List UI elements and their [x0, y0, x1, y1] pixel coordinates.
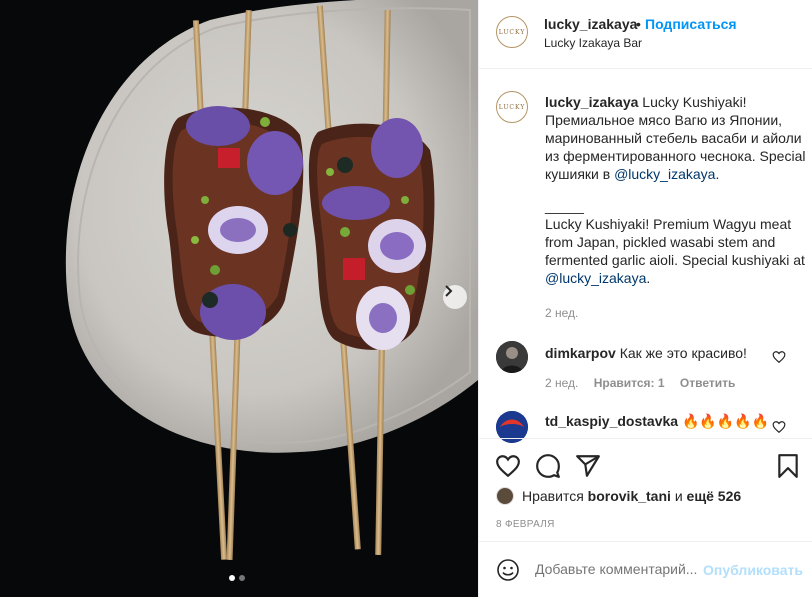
caption-en-end: .	[646, 270, 651, 286]
carousel-indicator	[229, 575, 245, 581]
likes-middle: и	[674, 488, 683, 504]
bookmark-icon[interactable]	[775, 453, 801, 479]
likes-count[interactable]: ещё 526	[687, 488, 742, 504]
carousel-dot	[239, 575, 245, 581]
comment-composer: Опубликовать	[479, 541, 812, 597]
comment-likes[interactable]: Нравится: 1	[594, 376, 665, 390]
caption-author-avatar[interactable]: LUCKY	[496, 91, 528, 123]
comment-body: Как же это красиво!	[619, 345, 747, 361]
comment-item: td_kaspiy_dostavka 🔥🔥🔥🔥🔥	[545, 413, 769, 430]
comment-body: 🔥🔥🔥🔥🔥	[681, 413, 770, 429]
header-separator: •	[636, 16, 641, 32]
caption-time[interactable]: 2 нед.	[545, 306, 578, 320]
liker-avatar[interactable]	[496, 487, 514, 505]
caption-en-text: Lucky Kushiyaki! Premium Wagyu meat from…	[545, 216, 805, 268]
commenter-avatar[interactable]	[496, 341, 528, 373]
next-photo-button[interactable]	[443, 285, 467, 309]
comment-item: dimkarpov Как же это красиво!	[545, 345, 747, 361]
post-header: LUCKY lucky_izakaya • Подписаться Lucky …	[479, 0, 812, 69]
post-photo[interactable]	[0, 0, 478, 597]
author-avatar[interactable]: LUCKY	[496, 16, 528, 48]
likes-prefix: Нравится	[522, 488, 584, 504]
likes-summary: Нравится borovik_tani и ещё 526	[496, 487, 741, 505]
liker-username[interactable]: borovik_tani	[588, 488, 671, 504]
post-location[interactable]: Lucky Izakaya Bar	[544, 36, 642, 50]
caption-ru-mention[interactable]: @lucky_izakaya	[614, 166, 715, 182]
comment-username[interactable]: dimkarpov	[545, 345, 616, 361]
comment-username[interactable]: td_kaspiy_dostavka	[545, 413, 678, 429]
caption-divider: _____	[545, 198, 584, 214]
comment-reply-button[interactable]: Ответить	[680, 376, 735, 390]
comment-meta: 2 нед. Нравится: 1 Ответить	[545, 376, 747, 390]
caption-ru-end: .	[715, 166, 720, 182]
post-side-panel: LUCKY lucky_izakaya • Подписаться Lucky …	[478, 0, 812, 597]
comment-heart-icon[interactable]	[772, 420, 786, 434]
comment-time[interactable]: 2 нед.	[545, 376, 578, 390]
publish-button[interactable]: Опубликовать	[703, 562, 803, 578]
chevron-right-icon	[445, 285, 453, 297]
smiley-icon[interactable]	[496, 558, 520, 582]
comment-icon[interactable]	[535, 453, 561, 479]
comment-input[interactable]	[535, 561, 700, 577]
avatar-logo-text: LUCKY	[498, 28, 526, 36]
paper-plane-icon[interactable]	[575, 453, 601, 479]
person-avatar-icon	[496, 341, 528, 373]
author-username[interactable]: lucky_izakaya	[544, 16, 637, 32]
caption-username[interactable]: lucky_izakaya	[545, 94, 638, 110]
avatar-logo-text: LUCKY	[498, 103, 526, 111]
comment-heart-icon[interactable]	[772, 350, 786, 364]
post-date[interactable]: 8 ФЕВРАЛЯ	[496, 519, 555, 530]
action-bar	[479, 438, 812, 494]
caption-en-mention[interactable]: @lucky_izakaya	[545, 270, 646, 286]
post-caption: lucky_izakaya Lucky Kushiyaki! Премиальн…	[545, 93, 809, 287]
carousel-dot-active	[229, 575, 235, 581]
food-photo-illustration	[0, 0, 478, 597]
heart-icon[interactable]	[495, 453, 521, 479]
follow-button[interactable]: Подписаться	[645, 16, 737, 32]
